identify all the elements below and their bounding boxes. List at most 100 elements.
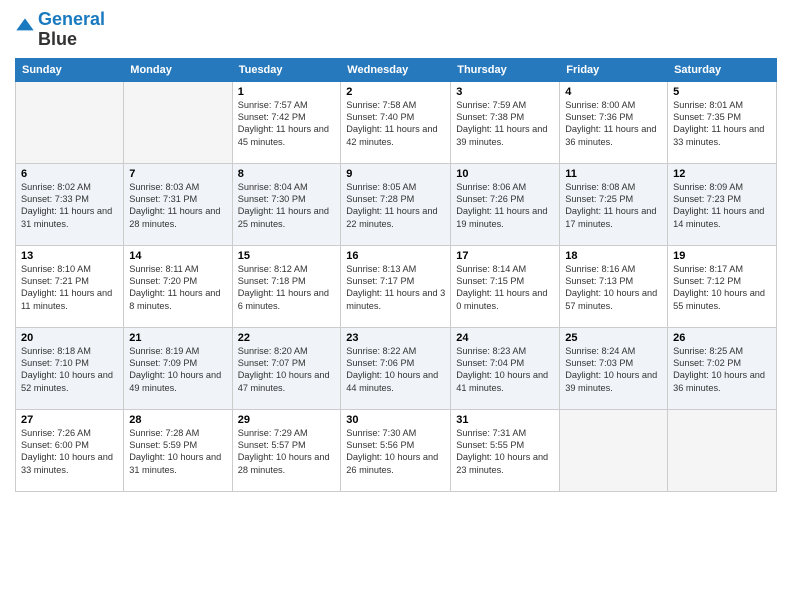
day-info: Sunrise: 8:10 AM Sunset: 7:21 PM Dayligh… [21, 263, 118, 313]
header: GeneralBlue [15, 10, 777, 50]
calendar-cell: 26Sunrise: 8:25 AM Sunset: 7:02 PM Dayli… [668, 327, 777, 409]
calendar-cell [124, 81, 232, 163]
calendar-cell: 21Sunrise: 8:19 AM Sunset: 7:09 PM Dayli… [124, 327, 232, 409]
day-header-tuesday: Tuesday [232, 58, 341, 81]
logo-text: GeneralBlue [38, 10, 105, 50]
day-number: 15 [238, 250, 336, 262]
day-number: 12 [673, 168, 771, 180]
calendar-cell: 20Sunrise: 8:18 AM Sunset: 7:10 PM Dayli… [16, 327, 124, 409]
day-info: Sunrise: 7:31 AM Sunset: 5:55 PM Dayligh… [456, 427, 554, 477]
day-header-friday: Friday [560, 58, 668, 81]
calendar-cell: 23Sunrise: 8:22 AM Sunset: 7:06 PM Dayli… [341, 327, 451, 409]
day-info: Sunrise: 8:16 AM Sunset: 7:13 PM Dayligh… [565, 263, 662, 313]
calendar-header-row: SundayMondayTuesdayWednesdayThursdayFrid… [16, 58, 777, 81]
day-number: 28 [129, 414, 226, 426]
day-number: 1 [238, 86, 336, 98]
day-number: 13 [21, 250, 118, 262]
week-row-0: 1Sunrise: 7:57 AM Sunset: 7:42 PM Daylig… [16, 81, 777, 163]
day-number: 9 [346, 168, 445, 180]
day-info: Sunrise: 8:19 AM Sunset: 7:09 PM Dayligh… [129, 345, 226, 395]
day-number: 29 [238, 414, 336, 426]
calendar-cell: 1Sunrise: 7:57 AM Sunset: 7:42 PM Daylig… [232, 81, 341, 163]
calendar-cell [668, 409, 777, 491]
calendar-cell: 28Sunrise: 7:28 AM Sunset: 5:59 PM Dayli… [124, 409, 232, 491]
week-row-1: 6Sunrise: 8:02 AM Sunset: 7:33 PM Daylig… [16, 163, 777, 245]
day-number: 19 [673, 250, 771, 262]
logo-icon [15, 17, 35, 37]
day-header-sunday: Sunday [16, 58, 124, 81]
day-number: 17 [456, 250, 554, 262]
calendar-cell: 12Sunrise: 8:09 AM Sunset: 7:23 PM Dayli… [668, 163, 777, 245]
day-number: 24 [456, 332, 554, 344]
day-info: Sunrise: 8:12 AM Sunset: 7:18 PM Dayligh… [238, 263, 336, 313]
calendar-cell: 18Sunrise: 8:16 AM Sunset: 7:13 PM Dayli… [560, 245, 668, 327]
day-number: 6 [21, 168, 118, 180]
day-number: 22 [238, 332, 336, 344]
day-info: Sunrise: 8:22 AM Sunset: 7:06 PM Dayligh… [346, 345, 445, 395]
day-header-thursday: Thursday [451, 58, 560, 81]
calendar-cell: 5Sunrise: 8:01 AM Sunset: 7:35 PM Daylig… [668, 81, 777, 163]
day-info: Sunrise: 8:06 AM Sunset: 7:26 PM Dayligh… [456, 181, 554, 231]
calendar-cell: 24Sunrise: 8:23 AM Sunset: 7:04 PM Dayli… [451, 327, 560, 409]
day-info: Sunrise: 7:29 AM Sunset: 5:57 PM Dayligh… [238, 427, 336, 477]
calendar-cell: 9Sunrise: 8:05 AM Sunset: 7:28 PM Daylig… [341, 163, 451, 245]
calendar-cell [16, 81, 124, 163]
day-number: 18 [565, 250, 662, 262]
calendar-cell: 19Sunrise: 8:17 AM Sunset: 7:12 PM Dayli… [668, 245, 777, 327]
day-info: Sunrise: 8:23 AM Sunset: 7:04 PM Dayligh… [456, 345, 554, 395]
calendar-cell: 17Sunrise: 8:14 AM Sunset: 7:15 PM Dayli… [451, 245, 560, 327]
day-info: Sunrise: 7:30 AM Sunset: 5:56 PM Dayligh… [346, 427, 445, 477]
day-info: Sunrise: 8:18 AM Sunset: 7:10 PM Dayligh… [21, 345, 118, 395]
calendar-cell: 14Sunrise: 8:11 AM Sunset: 7:20 PM Dayli… [124, 245, 232, 327]
day-header-saturday: Saturday [668, 58, 777, 81]
day-info: Sunrise: 8:24 AM Sunset: 7:03 PM Dayligh… [565, 345, 662, 395]
day-header-monday: Monday [124, 58, 232, 81]
day-number: 4 [565, 86, 662, 98]
day-info: Sunrise: 8:14 AM Sunset: 7:15 PM Dayligh… [456, 263, 554, 313]
day-number: 2 [346, 86, 445, 98]
day-number: 10 [456, 168, 554, 180]
day-info: Sunrise: 7:58 AM Sunset: 7:40 PM Dayligh… [346, 99, 445, 149]
calendar-cell: 11Sunrise: 8:08 AM Sunset: 7:25 PM Dayli… [560, 163, 668, 245]
calendar-cell [560, 409, 668, 491]
calendar-cell: 4Sunrise: 8:00 AM Sunset: 7:36 PM Daylig… [560, 81, 668, 163]
week-row-2: 13Sunrise: 8:10 AM Sunset: 7:21 PM Dayli… [16, 245, 777, 327]
day-info: Sunrise: 8:17 AM Sunset: 7:12 PM Dayligh… [673, 263, 771, 313]
calendar-body: 1Sunrise: 7:57 AM Sunset: 7:42 PM Daylig… [16, 81, 777, 491]
calendar-cell: 16Sunrise: 8:13 AM Sunset: 7:17 PM Dayli… [341, 245, 451, 327]
logo: GeneralBlue [15, 10, 105, 50]
day-info: Sunrise: 8:13 AM Sunset: 7:17 PM Dayligh… [346, 263, 445, 313]
day-number: 21 [129, 332, 226, 344]
day-info: Sunrise: 8:02 AM Sunset: 7:33 PM Dayligh… [21, 181, 118, 231]
day-info: Sunrise: 8:09 AM Sunset: 7:23 PM Dayligh… [673, 181, 771, 231]
day-info: Sunrise: 8:05 AM Sunset: 7:28 PM Dayligh… [346, 181, 445, 231]
week-row-4: 27Sunrise: 7:26 AM Sunset: 6:00 PM Dayli… [16, 409, 777, 491]
day-number: 25 [565, 332, 662, 344]
calendar-cell: 13Sunrise: 8:10 AM Sunset: 7:21 PM Dayli… [16, 245, 124, 327]
day-number: 8 [238, 168, 336, 180]
day-number: 14 [129, 250, 226, 262]
day-number: 7 [129, 168, 226, 180]
calendar-cell: 25Sunrise: 8:24 AM Sunset: 7:03 PM Dayli… [560, 327, 668, 409]
day-info: Sunrise: 7:26 AM Sunset: 6:00 PM Dayligh… [21, 427, 118, 477]
day-number: 26 [673, 332, 771, 344]
week-row-3: 20Sunrise: 8:18 AM Sunset: 7:10 PM Dayli… [16, 327, 777, 409]
calendar-cell: 31Sunrise: 7:31 AM Sunset: 5:55 PM Dayli… [451, 409, 560, 491]
day-number: 11 [565, 168, 662, 180]
calendar-cell: 10Sunrise: 8:06 AM Sunset: 7:26 PM Dayli… [451, 163, 560, 245]
day-number: 16 [346, 250, 445, 262]
day-number: 23 [346, 332, 445, 344]
day-info: Sunrise: 7:59 AM Sunset: 7:38 PM Dayligh… [456, 99, 554, 149]
day-info: Sunrise: 8:08 AM Sunset: 7:25 PM Dayligh… [565, 181, 662, 231]
calendar-cell: 15Sunrise: 8:12 AM Sunset: 7:18 PM Dayli… [232, 245, 341, 327]
day-info: Sunrise: 8:01 AM Sunset: 7:35 PM Dayligh… [673, 99, 771, 149]
calendar-cell: 3Sunrise: 7:59 AM Sunset: 7:38 PM Daylig… [451, 81, 560, 163]
day-number: 27 [21, 414, 118, 426]
calendar-cell: 29Sunrise: 7:29 AM Sunset: 5:57 PM Dayli… [232, 409, 341, 491]
calendar-cell: 27Sunrise: 7:26 AM Sunset: 6:00 PM Dayli… [16, 409, 124, 491]
calendar-cell: 7Sunrise: 8:03 AM Sunset: 7:31 PM Daylig… [124, 163, 232, 245]
calendar-table: SundayMondayTuesdayWednesdayThursdayFrid… [15, 58, 777, 492]
calendar-cell: 30Sunrise: 7:30 AM Sunset: 5:56 PM Dayli… [341, 409, 451, 491]
day-info: Sunrise: 8:03 AM Sunset: 7:31 PM Dayligh… [129, 181, 226, 231]
day-info: Sunrise: 7:57 AM Sunset: 7:42 PM Dayligh… [238, 99, 336, 149]
